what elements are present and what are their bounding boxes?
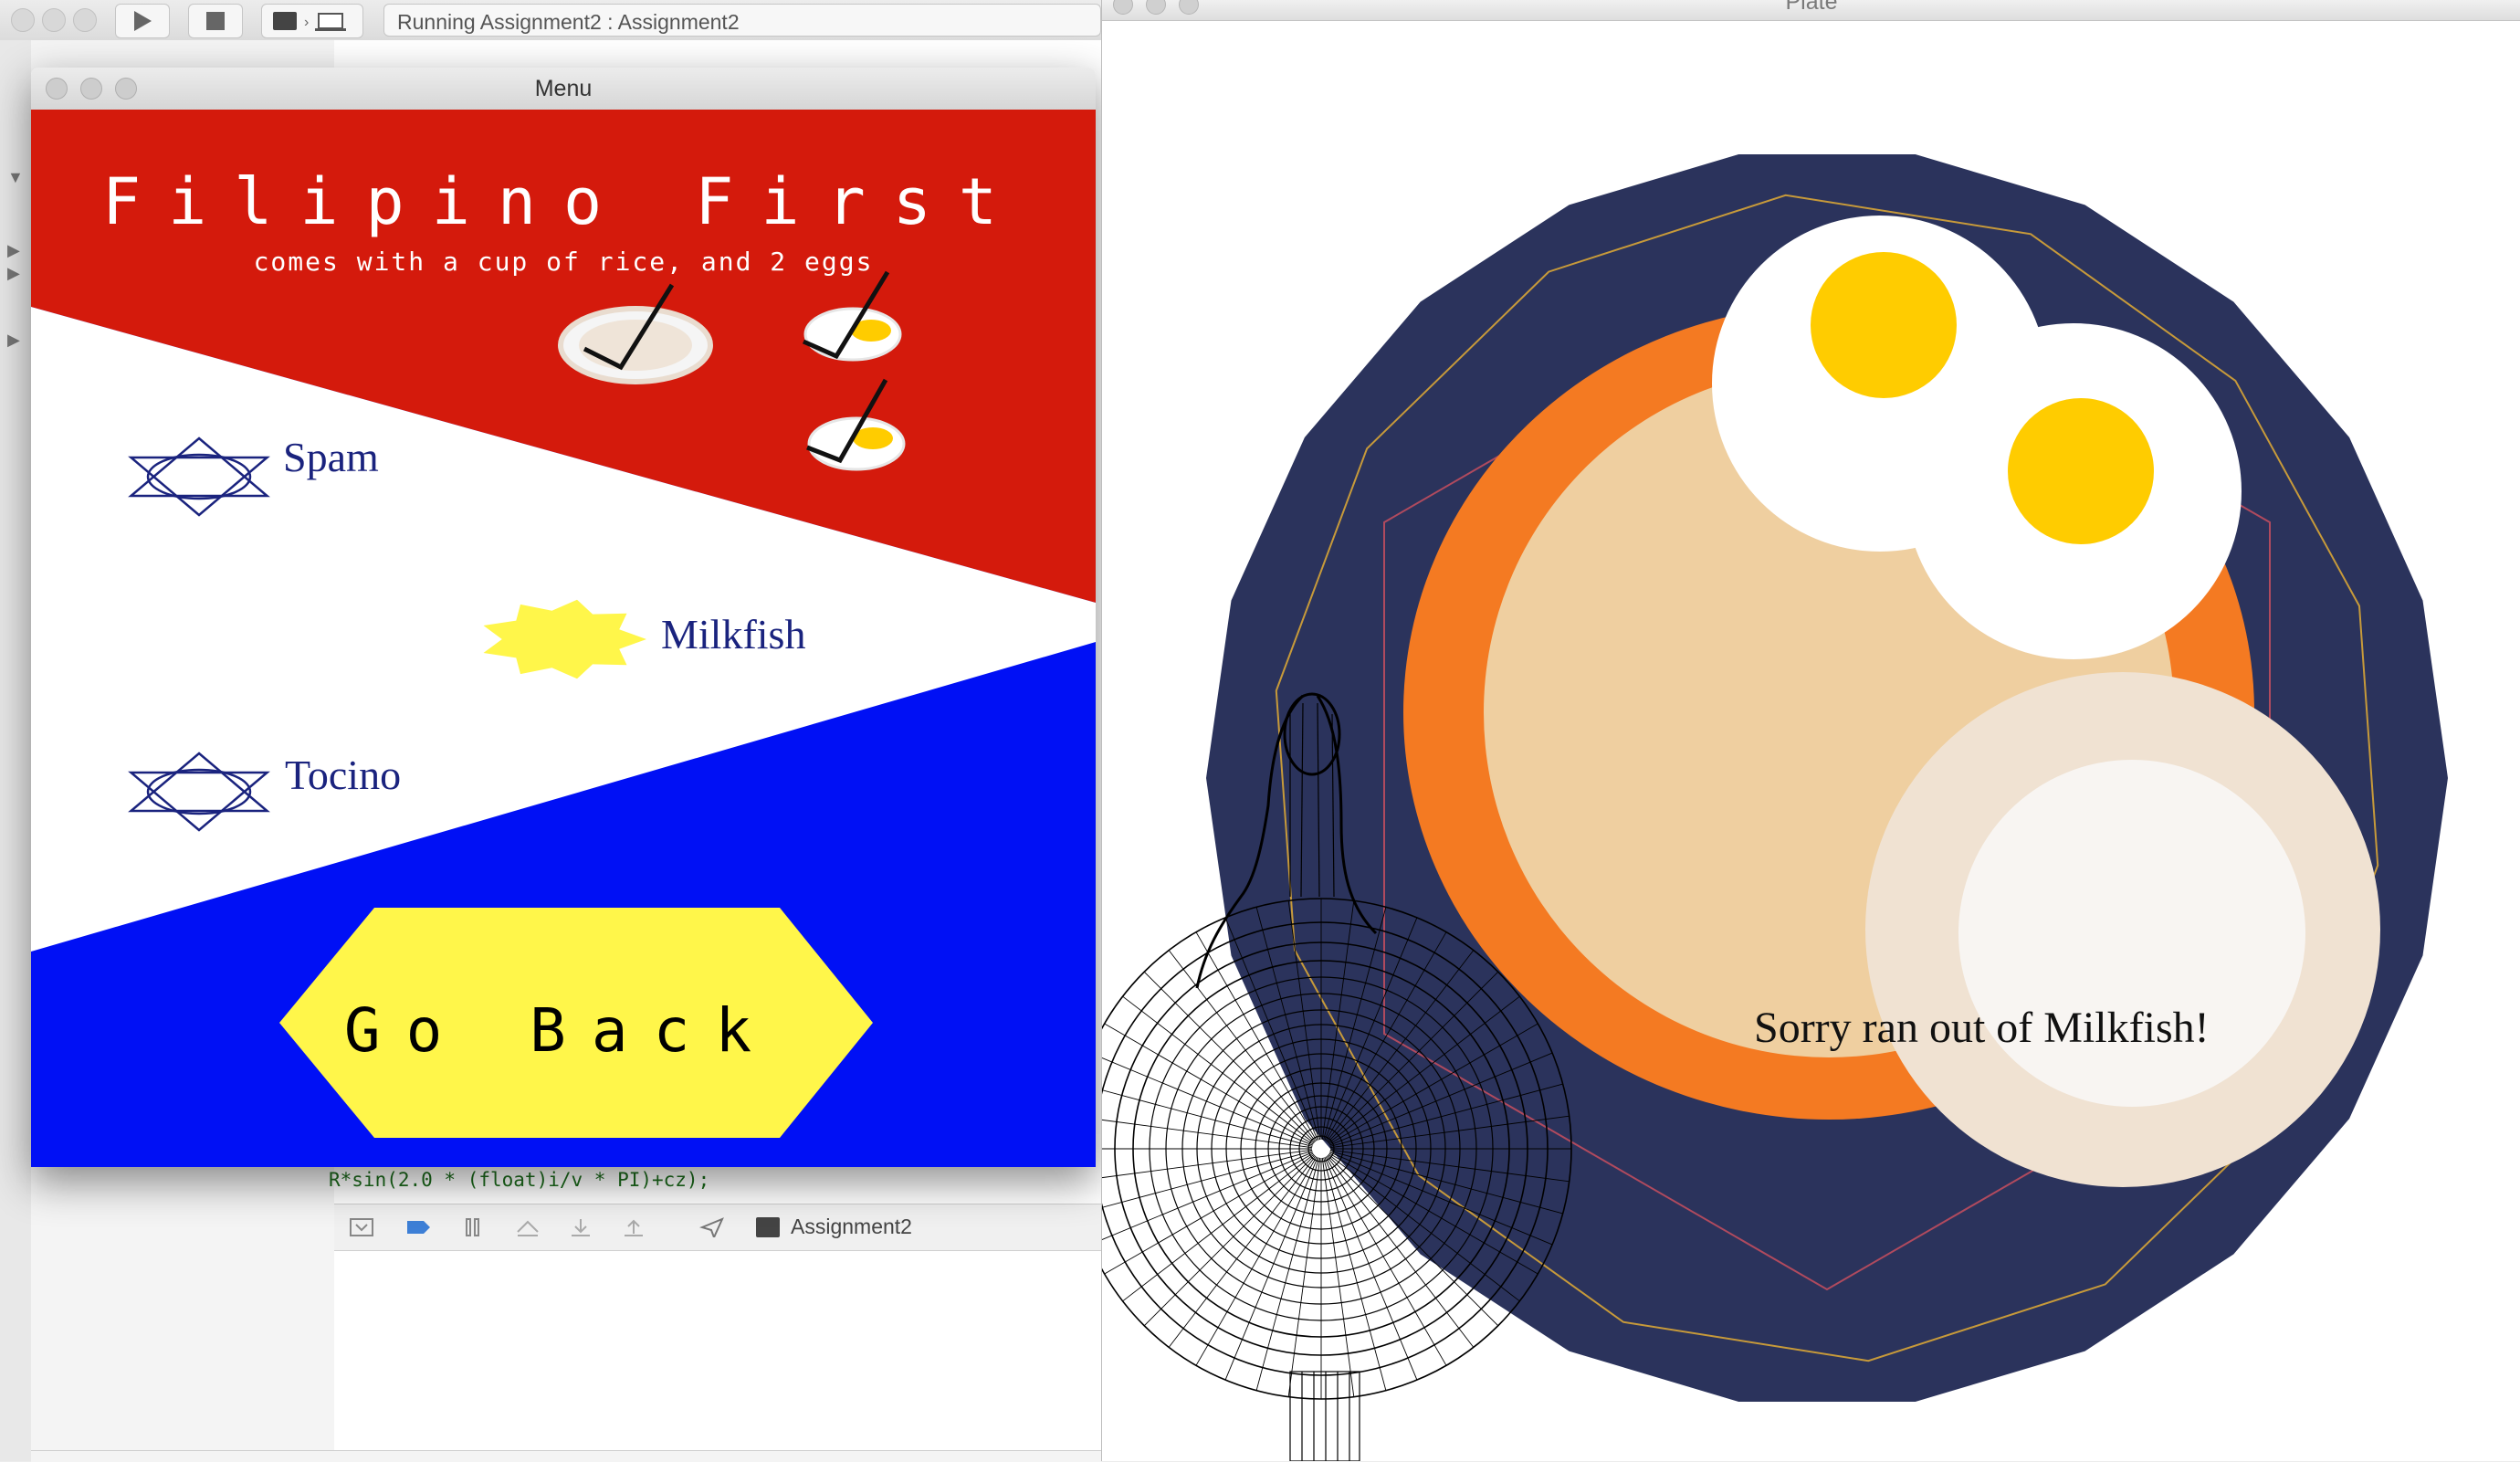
go-back-button[interactable]: Go Back bbox=[278, 995, 844, 1066]
out-of-stock-message: Sorry ran out of Milkfish! bbox=[1754, 1004, 2210, 1052]
stop-icon bbox=[206, 12, 225, 30]
debug-bar: Assignment2 bbox=[334, 1204, 1101, 1251]
disclosure-triangle-icon[interactable]: ▼ bbox=[7, 168, 24, 187]
step-in-icon[interactable] bbox=[568, 1217, 593, 1237]
hide-debug-area-icon[interactable] bbox=[349, 1217, 374, 1237]
disclosure-triangle-icon[interactable]: ▶ bbox=[7, 331, 20, 350]
menu-heading: Filipino First bbox=[101, 164, 1024, 239]
process-icon bbox=[756, 1217, 780, 1237]
menu-item-spam[interactable]: Spam bbox=[283, 433, 379, 481]
plate-graphics bbox=[1102, 154, 2448, 1461]
debug-process-label: Assignment2 bbox=[791, 1215, 912, 1238]
scheme-target-icon: › bbox=[273, 12, 346, 31]
step-out-icon[interactable] bbox=[621, 1217, 646, 1237]
teapot-wire-spoke bbox=[1143, 1154, 1316, 1327]
stop-button[interactable] bbox=[188, 4, 243, 38]
plate-window: Plate Sorry ran out of Milkfish! bbox=[1101, 0, 2520, 1461]
side-dish-center bbox=[1958, 760, 2305, 1107]
egg-yolk bbox=[1811, 252, 1957, 398]
menu-item-tocino[interactable]: Tocino bbox=[285, 751, 401, 799]
zoom-window-button[interactable] bbox=[73, 8, 97, 32]
xcode-navigator-gutter: ▶ ▼ ▶ ▶ bbox=[0, 40, 32, 1461]
xcode-bottom-bar bbox=[31, 1450, 1101, 1462]
menu-window: Menu Filipino First comes with a cup of … bbox=[31, 68, 1096, 1167]
activity-viewer: Running Assignment2 : Assignment2 bbox=[383, 4, 1101, 37]
breakpoints-icon[interactable] bbox=[405, 1217, 431, 1237]
menu-window-title: Menu bbox=[534, 76, 593, 101]
menu-item-milkfish[interactable]: Milkfish bbox=[661, 610, 805, 658]
step-over-icon[interactable] bbox=[515, 1217, 541, 1237]
minimize-window-button[interactable] bbox=[42, 8, 66, 32]
activity-status-text: Running Assignment2 : Assignment2 bbox=[397, 10, 740, 34]
menu-canvas: Filipino First comes with a cup of rice,… bbox=[31, 110, 1096, 1167]
menu-titlebar: Menu bbox=[31, 68, 1096, 110]
disclosure-triangle-icon[interactable]: ▶ bbox=[7, 264, 20, 283]
code-line: R*sin(2.0 * (float)i/v * PI)+cz); bbox=[329, 1169, 710, 1191]
plate-titlebar: Plate bbox=[1102, 0, 2520, 21]
plate-window-title: Plate bbox=[1785, 0, 1838, 15]
xcode-toolbar: › Running Assignment2 : Assignment2 bbox=[0, 0, 1101, 41]
run-button[interactable] bbox=[115, 4, 170, 38]
location-simulate-icon[interactable] bbox=[699, 1217, 725, 1237]
svg-text:›: › bbox=[304, 15, 309, 30]
disclosure-triangle-icon[interactable]: ▶ bbox=[7, 241, 20, 260]
menu-subheading: comes with a cup of rice, and 2 eggs bbox=[253, 247, 874, 277]
close-window-button[interactable] bbox=[11, 8, 35, 32]
egg-yolk bbox=[2008, 398, 2154, 544]
teapot-wire-spoke bbox=[1224, 1157, 1318, 1381]
pause-icon[interactable] bbox=[460, 1217, 486, 1237]
scheme-selector[interactable]: › bbox=[261, 4, 363, 38]
plate-canvas: Sorry ran out of Milkfish! bbox=[1102, 20, 2520, 1461]
play-icon bbox=[134, 11, 152, 31]
